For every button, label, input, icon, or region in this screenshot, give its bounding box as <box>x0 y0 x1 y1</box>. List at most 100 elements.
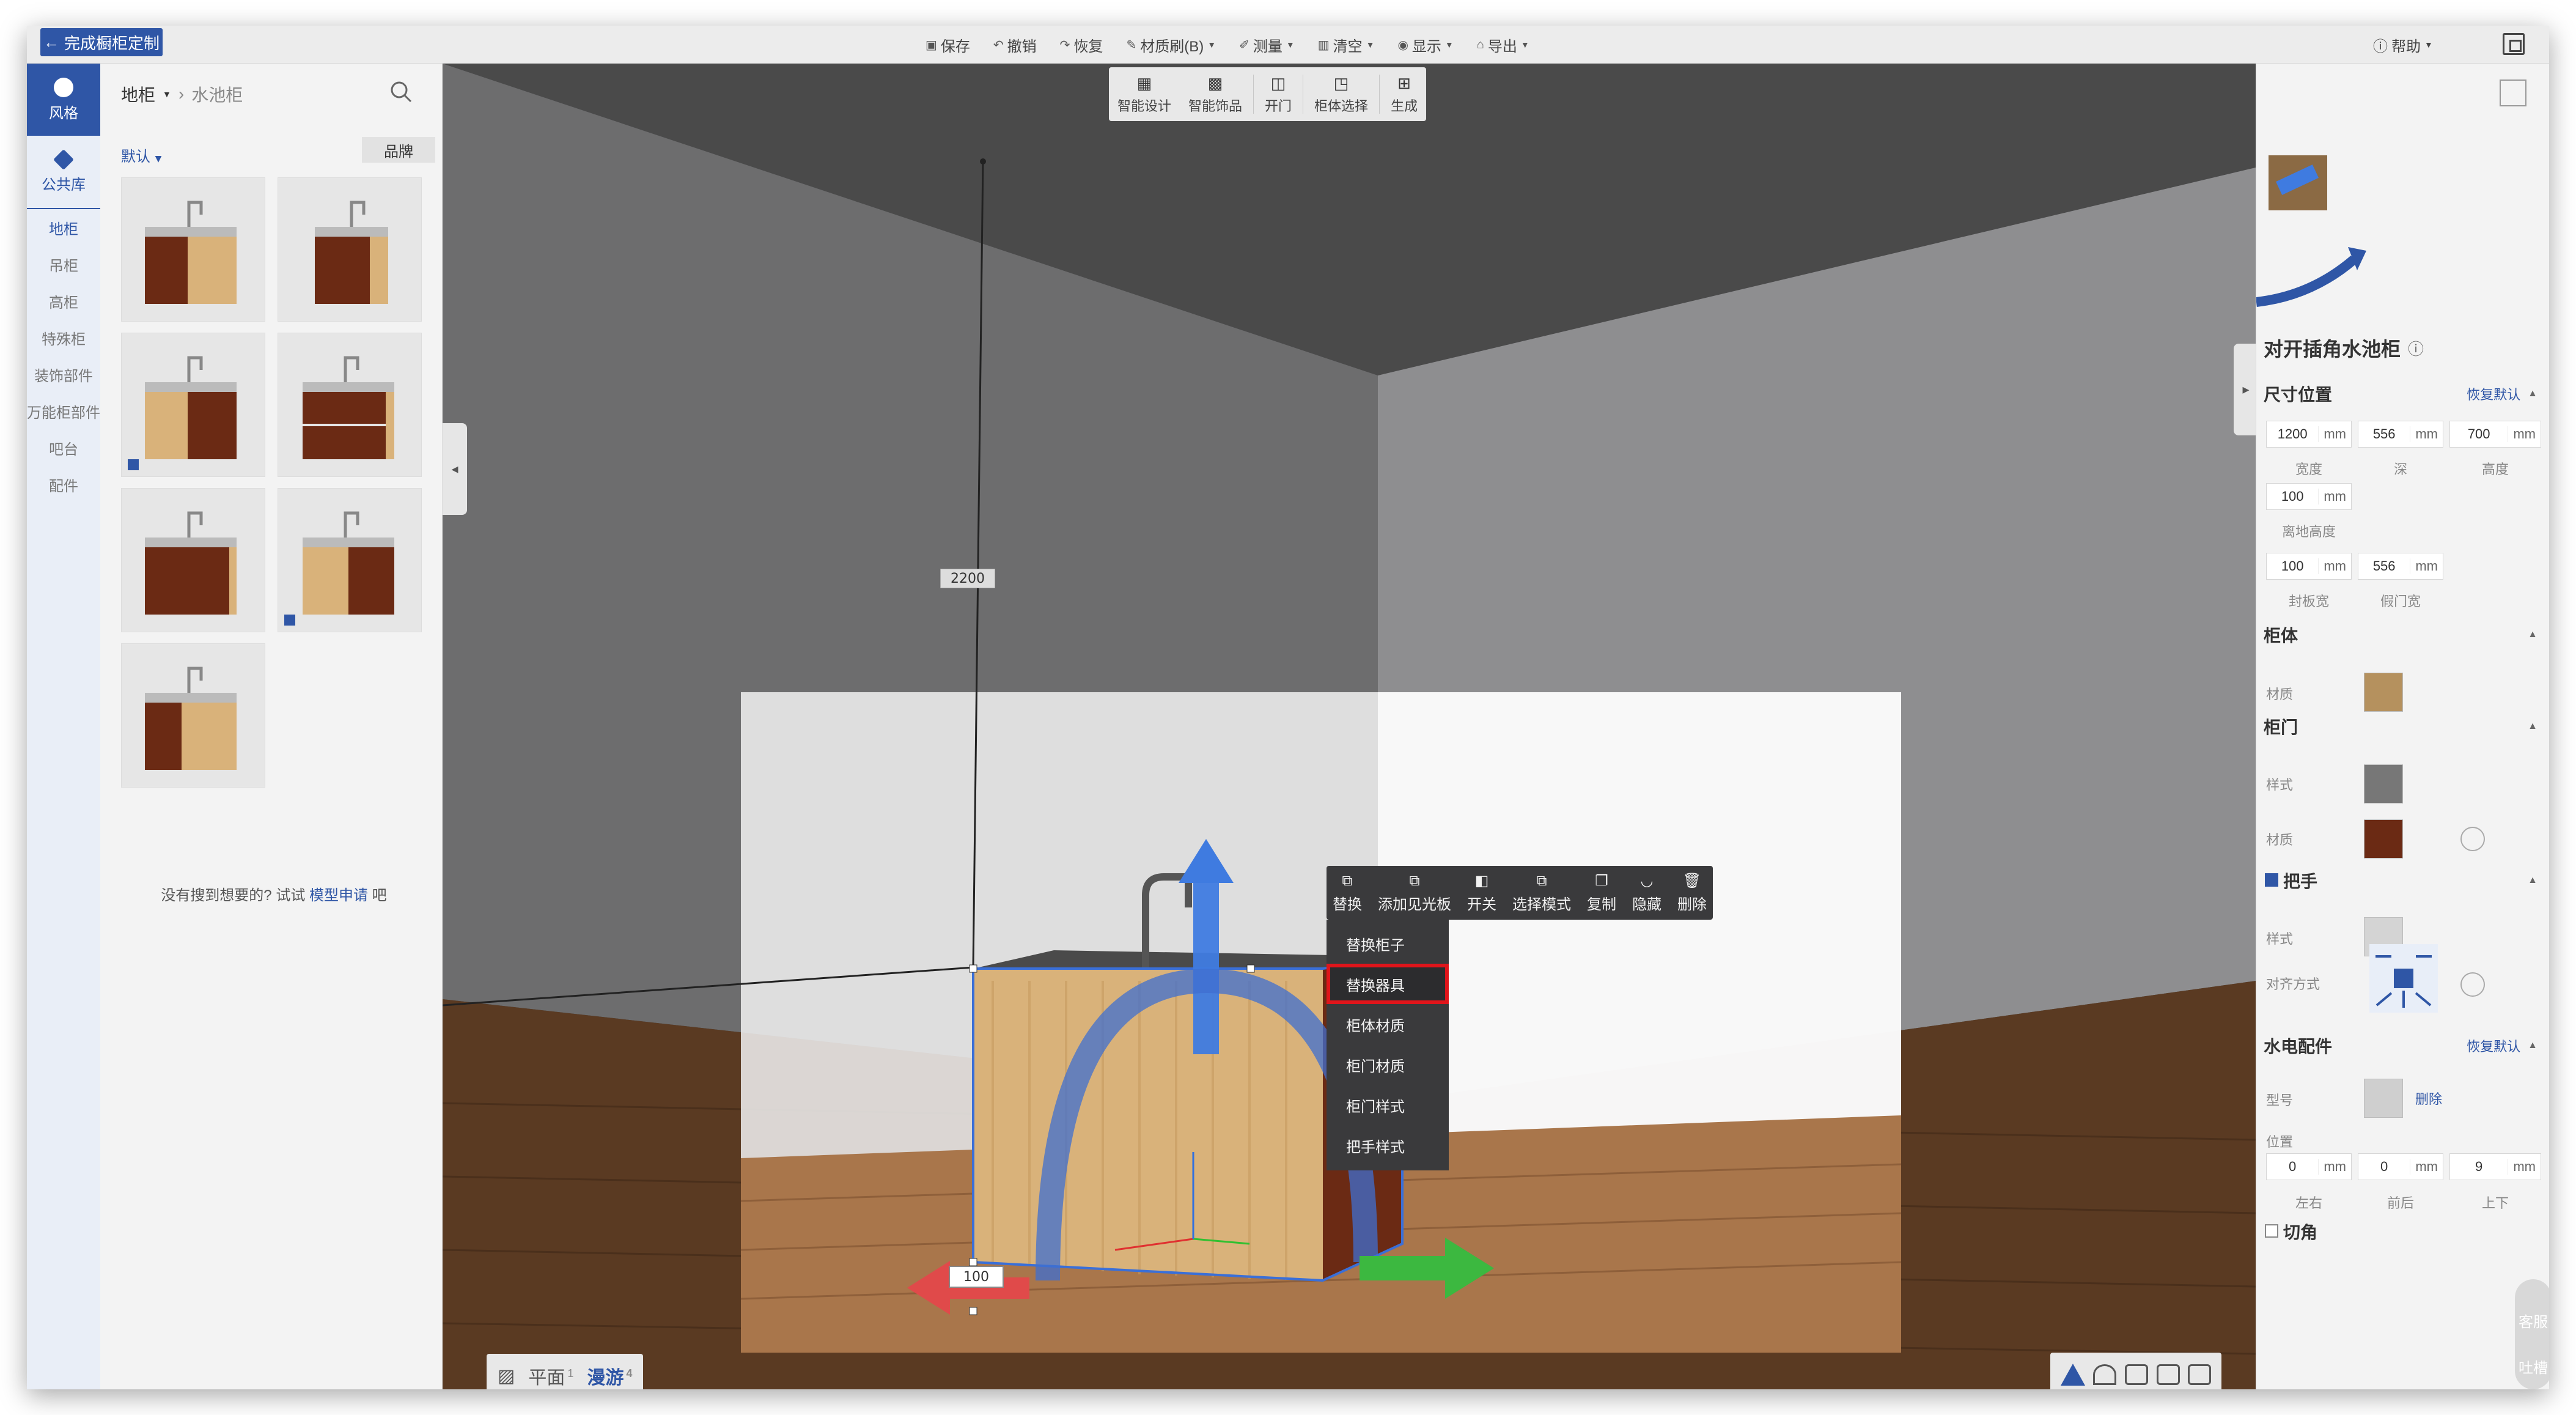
chevron-down-icon: ▼ <box>155 154 162 164</box>
door-settings-icon[interactable] <box>2460 827 2485 851</box>
model-thumb-3[interactable] <box>121 333 265 477</box>
smart-design-button[interactable]: ▦ 智能设计 <box>1109 67 1180 121</box>
shadow-icon[interactable] <box>2093 1364 2117 1385</box>
material-brush-button[interactable]: ✎ 材质刷(B) ▼ <box>1126 34 1216 56</box>
size-section-title: 尺寸位置 <box>2264 385 2333 404</box>
chevron-up-icon[interactable]: ▲ <box>2528 629 2537 640</box>
width-field[interactable]: 1200 mm <box>2266 421 2352 448</box>
menu-door-style[interactable]: 柜门样式 <box>1327 1085 1449 1125</box>
menu-door-material[interactable]: 柜门材质 <box>1327 1044 1449 1085</box>
panel-title: 对开插角水池柜 ⓘ <box>2264 334 2424 362</box>
menu-replace-fixture[interactable]: 替换器具 <box>1327 964 1449 1004</box>
category-wall-cabinet[interactable]: 吊柜 <box>27 246 100 283</box>
save-button[interactable]: ▣ 保存 <box>926 34 970 56</box>
category-universal-parts[interactable]: 万能柜部件 <box>27 393 100 429</box>
replace-button[interactable]: ⧉ 替换 <box>1333 873 1362 914</box>
perspective-icon[interactable] <box>2060 1364 2085 1386</box>
reset-size-link[interactable]: 恢复默认 <box>2467 384 2520 404</box>
hide-button[interactable]: ◡ 隐藏 <box>1632 872 1662 914</box>
roam-view-button[interactable]: 漫游 4 <box>587 1362 632 1389</box>
model-thumb-1[interactable] <box>121 177 265 322</box>
search-icon[interactable] <box>389 79 413 104</box>
pos-ud-field[interactable]: 9 mm <box>2449 1153 2541 1180</box>
model-thumb-4[interactable] <box>278 333 422 477</box>
category-base-cabinet[interactable]: 地柜 <box>27 209 100 246</box>
menu-body-material[interactable]: 柜体材质 <box>1327 1004 1449 1044</box>
undo-button[interactable]: ↶ 撤销 <box>993 34 1037 56</box>
model-request-link[interactable]: 模型申请 <box>309 887 368 904</box>
category-tall-cabinet[interactable]: 高柜 <box>27 283 100 319</box>
reset-plumbing-link[interactable]: 恢复默认 <box>2467 1036 2520 1055</box>
redo-button[interactable]: ↷ 恢复 <box>1060 34 1103 56</box>
measure-button[interactable]: ✐ 测量 ▼ <box>1239 34 1295 56</box>
align-settings-icon[interactable] <box>2460 972 2485 997</box>
chevron-up-icon[interactable]: ▲ <box>2528 721 2537 732</box>
customer-service-label[interactable]: 客服 <box>2519 1310 2548 1331</box>
select-mode-button[interactable]: ⧉ 选择模式 <box>1512 873 1571 914</box>
tab-library[interactable]: 公共库 <box>27 136 100 208</box>
3d-viewport[interactable] <box>443 64 2256 1389</box>
pos-fb-field[interactable]: 0 mm <box>2358 1153 2443 1180</box>
category-accessories[interactable]: 配件 <box>27 466 100 503</box>
sink-cabinet-image <box>315 201 388 304</box>
pos-lr-field[interactable]: 0 mm <box>2266 1153 2352 1180</box>
expand-icon[interactable] <box>2188 1364 2212 1385</box>
body-material-swatch[interactable] <box>2364 673 2403 712</box>
panel-toggle-icon[interactable] <box>2500 79 2526 106</box>
fullscreen-icon[interactable] <box>2503 33 2525 55</box>
collapse-property-panel-button[interactable]: ▸ <box>2234 344 2258 435</box>
texture-toggle-icon[interactable]: ▨ <box>498 1365 515 1387</box>
camera-settings-icon[interactable] <box>2156 1364 2180 1385</box>
copy-button[interactable]: ❐ 复制 <box>1587 872 1616 914</box>
chevron-up-icon[interactable]: ▲ <box>2528 875 2537 886</box>
depth-field[interactable]: 556 mm <box>2358 421 2443 448</box>
plumbing-model-swatch[interactable] <box>2364 1079 2403 1118</box>
delete-plumbing-link[interactable]: 删除 <box>2415 1088 2442 1108</box>
add-panel-button[interactable]: ⧉ 添加见光板 <box>1378 873 1451 914</box>
camera-icon[interactable] <box>2124 1364 2148 1385</box>
clear-button[interactable]: ▥ 清空 ▼ <box>1318 34 1375 56</box>
door-material-swatch[interactable] <box>2364 819 2403 859</box>
tab-style[interactable]: 风格 <box>27 64 100 136</box>
export-label: 导出 <box>1487 38 1517 55</box>
ground-height-field[interactable]: 100 mm <box>2266 483 2352 510</box>
height-dimension-label[interactable]: 2200 <box>940 569 995 588</box>
model-thumb-6[interactable] <box>278 488 422 632</box>
sort-dropdown[interactable]: 默认 ▼ <box>121 144 161 166</box>
breadcrumb-child[interactable]: 水池柜 <box>191 82 243 106</box>
category-bar[interactable]: 吧台 <box>27 429 100 466</box>
model-thumb-5[interactable] <box>121 488 265 632</box>
breadcrumb-root[interactable]: 地柜 <box>121 82 155 106</box>
generate-button[interactable]: ⊞ 生成 <box>1382 67 1426 121</box>
fake-door-width-field[interactable]: 556 mm <box>2358 553 2443 580</box>
chevron-up-icon[interactable]: ▲ <box>2528 1040 2537 1051</box>
category-special-cabinet[interactable]: 特殊柜 <box>27 319 100 356</box>
delete-button[interactable]: 🗑 删除 <box>1677 872 1707 914</box>
brand-filter-button[interactable]: 品牌 <box>362 137 435 163</box>
model-thumb-7[interactable] <box>121 643 265 788</box>
open-door-button[interactable]: ◫ 开门 <box>1256 67 1300 121</box>
help-button[interactable]: ⓘ 帮助 ▼ <box>2373 26 2433 64</box>
info-icon[interactable]: ⓘ <box>2408 337 2424 360</box>
height-field[interactable]: 700 mm <box>2449 421 2541 448</box>
seal-width-field[interactable]: 100 mm <box>2266 553 2352 580</box>
door-style-swatch[interactable] <box>2364 764 2403 804</box>
fake-door-width-label: 假门宽 <box>2380 594 2421 609</box>
category-decor-parts[interactable]: 装饰部件 <box>27 356 100 393</box>
model-thumb-2[interactable] <box>278 177 422 322</box>
feedback-label[interactable]: 吐槽 <box>2519 1356 2548 1377</box>
chevron-up-icon[interactable]: ▲ <box>2528 388 2537 399</box>
finish-cabinet-button[interactable]: ← 完成橱柜定制 <box>40 28 163 56</box>
menu-handle-style[interactable]: 把手样式 <box>1327 1125 1449 1166</box>
export-button[interactable]: ⌂ 导出 ▼ <box>1477 34 1529 56</box>
switch-button[interactable]: ◧ 开关 <box>1467 872 1496 914</box>
collapse-library-button[interactable]: ◂ <box>443 423 467 515</box>
smart-decor-button[interactable]: ▩ 智能饰品 <box>1180 67 1251 121</box>
menu-replace-cabinet[interactable]: 替换柜子 <box>1327 923 1449 964</box>
offset-dimension-label[interactable]: 100 <box>949 1266 1004 1288</box>
display-button[interactable]: ◉ 显示 ▼ <box>1397 34 1453 56</box>
handle-align-grid[interactable] <box>2369 944 2438 1013</box>
customer-service-widget[interactable]: 客服 吐槽 <box>2515 1279 2549 1389</box>
cabinet-select-button[interactable]: ◳ 柜体选择 <box>1306 67 1377 121</box>
plan-view-button[interactable]: 平面 1 <box>528 1362 573 1389</box>
